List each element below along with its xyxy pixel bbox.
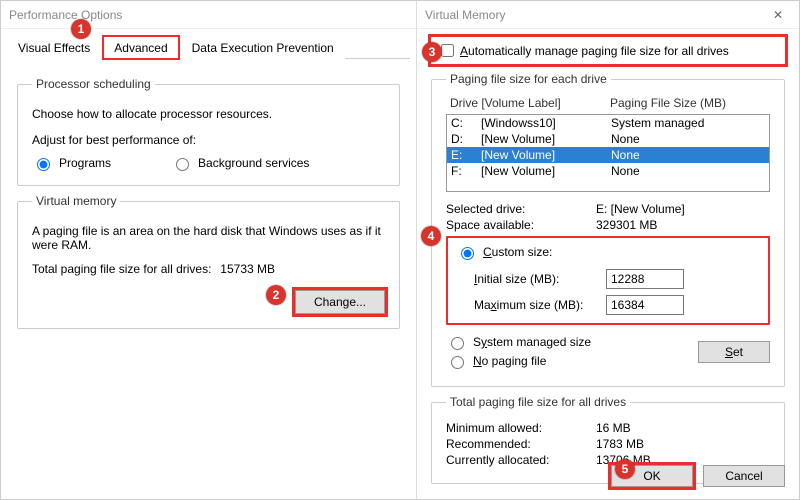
selected-drive-v: E: [New Volume] bbox=[596, 202, 685, 216]
totals-legend: Total paging file size for all drives bbox=[446, 395, 630, 409]
drive-list[interactable]: C: [Windowss10] System managed D: [New V… bbox=[446, 114, 770, 192]
adjust-label: Adjust for best performance of: bbox=[32, 133, 385, 147]
selected-drive-k: Selected drive: bbox=[446, 202, 596, 216]
custom-size-highlight: Custom size: Initial size (MB): Maximum … bbox=[446, 236, 770, 325]
space-available-k: Space available: bbox=[446, 218, 596, 232]
drive-size: None bbox=[611, 147, 640, 163]
radio-no-paging[interactable]: No paging file bbox=[446, 353, 591, 369]
drive-letter: D: bbox=[451, 131, 481, 147]
auto-manage-row[interactable]: Automatically manage paging file size fo… bbox=[431, 37, 785, 64]
annotation-marker-1: 1 bbox=[71, 19, 91, 39]
drive-size: None bbox=[611, 163, 640, 179]
initial-size-k: Initial size (MB): bbox=[456, 272, 606, 286]
auto-manage-label: utomatically manage paging file size for… bbox=[468, 44, 729, 58]
vm-legend: Virtual memory bbox=[32, 194, 120, 208]
radio-system-managed-label: System managed size bbox=[473, 335, 591, 349]
vm-titlebar: Virtual Memory ✕ bbox=[417, 1, 799, 29]
radio-no-paging-label: No paging file bbox=[473, 354, 546, 368]
drives-group: Paging file size for each drive Drive [V… bbox=[431, 72, 785, 387]
vm-text: A paging file is an area on the hard dis… bbox=[32, 224, 385, 252]
annotation-marker-3: 3 bbox=[422, 42, 442, 62]
radio-system-managed[interactable]: System managed size bbox=[446, 334, 591, 350]
sched-text: Choose how to allocate processor resourc… bbox=[32, 107, 385, 121]
radio-background-input[interactable] bbox=[176, 158, 189, 171]
annotation-marker-4: 4 bbox=[421, 226, 441, 246]
header-size: Paging File Size (MB) bbox=[610, 96, 726, 110]
perf-title: Performance Options bbox=[9, 8, 122, 22]
drive-label: [Windowss10] bbox=[481, 115, 611, 131]
total-paging-label: Total paging file size for all drives: bbox=[32, 262, 211, 276]
virtual-memory-dialog: Virtual Memory ✕ Automatically manage pa… bbox=[416, 1, 799, 499]
radio-programs-label: Programs bbox=[59, 156, 111, 170]
initial-size-input[interactable] bbox=[606, 269, 684, 289]
drive-size: System managed bbox=[611, 115, 704, 131]
close-icon[interactable]: ✕ bbox=[757, 1, 799, 29]
tab-dep[interactable]: Data Execution Prevention bbox=[181, 36, 345, 59]
radio-custom-label: Custom size: bbox=[483, 245, 552, 259]
radio-custom-size[interactable]: Custom size: bbox=[456, 244, 552, 260]
drive-row[interactable]: F: [New Volume] None bbox=[447, 163, 769, 179]
drive-size: None bbox=[611, 131, 640, 147]
cur-k: Currently allocated: bbox=[446, 453, 596, 467]
tab-advanced[interactable]: Advanced bbox=[103, 36, 178, 59]
min-k: Minimum allowed: bbox=[446, 421, 596, 435]
maximum-size-k: Maximum size (MB): bbox=[456, 298, 606, 312]
annotation-marker-2: 2 bbox=[266, 285, 286, 305]
radio-no-paging-input[interactable] bbox=[451, 356, 464, 369]
drive-row[interactable]: C: [Windowss10] System managed bbox=[447, 115, 769, 131]
drive-label: [New Volume] bbox=[481, 163, 611, 179]
tab-strip: Visual Effects Advanced Data Execution P… bbox=[7, 35, 410, 59]
drive-row-selected[interactable]: E: [New Volume] None bbox=[447, 147, 769, 163]
virtual-memory-group: Virtual memory A paging file is an area … bbox=[17, 194, 400, 329]
drive-label: [New Volume] bbox=[481, 147, 611, 163]
space-available-v: 329301 MB bbox=[596, 218, 657, 232]
processor-scheduling-group: Processor scheduling Choose how to alloc… bbox=[17, 77, 400, 186]
change-button[interactable]: Change... bbox=[295, 290, 385, 314]
dialog-buttons: OK Cancel bbox=[611, 465, 785, 487]
radio-programs[interactable]: Programs bbox=[32, 155, 111, 171]
annotation-marker-5: 5 bbox=[615, 459, 635, 479]
set-button[interactable]: Set bbox=[698, 341, 770, 363]
min-v: 16 MB bbox=[596, 421, 631, 435]
performance-options-dialog: Performance Options Visual Effects Advan… bbox=[1, 1, 416, 499]
drive-letter: F: bbox=[451, 163, 481, 179]
drive-letter: E: bbox=[451, 147, 481, 163]
drive-letter: C: bbox=[451, 115, 481, 131]
radio-background-label: Background services bbox=[198, 156, 309, 170]
drive-label: [New Volume] bbox=[481, 131, 611, 147]
radio-system-managed-input[interactable] bbox=[451, 337, 464, 350]
cancel-button[interactable]: Cancel bbox=[703, 465, 785, 487]
maximum-size-input[interactable] bbox=[606, 295, 684, 315]
radio-custom-input[interactable] bbox=[461, 247, 474, 260]
rec-k: Recommended: bbox=[446, 437, 596, 451]
drive-row[interactable]: D: [New Volume] None bbox=[447, 131, 769, 147]
vm-title: Virtual Memory bbox=[425, 8, 505, 22]
radio-programs-input[interactable] bbox=[37, 158, 50, 171]
tab-visual-effects[interactable]: Visual Effects bbox=[7, 36, 101, 59]
sched-legend: Processor scheduling bbox=[32, 77, 155, 91]
total-paging-value: 15733 MB bbox=[220, 262, 275, 276]
drive-list-header: Drive [Volume Label] Paging File Size (M… bbox=[446, 96, 770, 110]
radio-background[interactable]: Background services bbox=[171, 155, 309, 171]
auto-manage-checkbox[interactable] bbox=[441, 44, 454, 57]
rec-v: 1783 MB bbox=[596, 437, 644, 451]
perf-titlebar: Performance Options bbox=[1, 1, 416, 29]
header-drive: Drive [Volume Label] bbox=[450, 96, 610, 110]
drives-legend: Paging file size for each drive bbox=[446, 72, 611, 86]
